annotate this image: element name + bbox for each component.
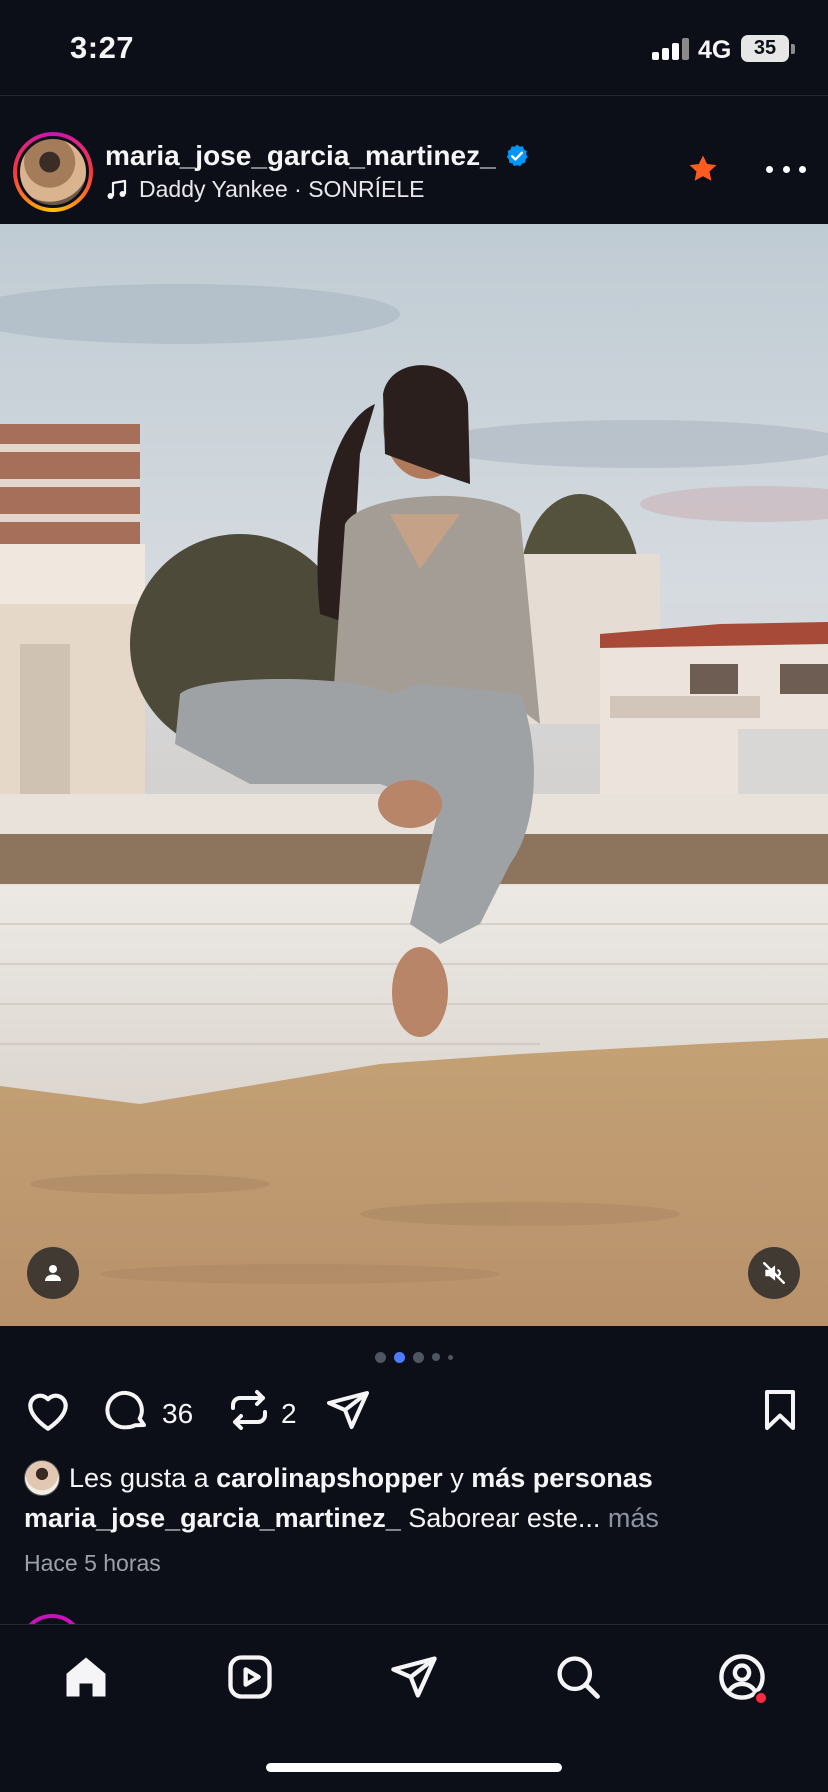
post-timestamp: Hace 5 horas	[24, 1550, 161, 1576]
reposts-count[interactable]: 2	[281, 1398, 297, 1430]
network-type: 4G	[698, 36, 732, 64]
mute-toggle-button[interactable]	[748, 1247, 800, 1299]
messages-icon[interactable]	[388, 1651, 440, 1703]
star-icon[interactable]	[686, 152, 720, 186]
battery-cap	[791, 44, 795, 54]
caption: maria_jose_garcia_martinez_ Saborear est…	[24, 1503, 659, 1534]
comments-count[interactable]: 36	[162, 1398, 193, 1430]
repost-icon[interactable]	[225, 1386, 273, 1434]
status-bar: 3:27 4G 35	[0, 0, 828, 96]
likes-prefix: Les gusta a	[69, 1462, 209, 1493]
avatar	[17, 136, 89, 208]
post-header: maria_jose_garcia_martinez_ Daddy Yankee…	[0, 110, 828, 222]
song-label: Daddy Yankee · SONRÍELE	[139, 176, 425, 202]
muted-speaker-icon	[763, 1262, 785, 1284]
comment-icon[interactable]	[103, 1386, 151, 1434]
carousel-dot	[413, 1351, 424, 1363]
beach-photo-illustration	[0, 224, 828, 1326]
caption-text: Saborear este...	[408, 1503, 601, 1533]
caption-more-link[interactable]: más	[608, 1503, 659, 1533]
carousel-dot	[432, 1353, 440, 1361]
cellular-signal-icon	[652, 38, 690, 60]
likes-connector: y	[450, 1462, 464, 1493]
likes-others[interactable]: más personas	[471, 1463, 653, 1494]
music-note-icon	[107, 179, 127, 199]
username-row: maria_jose_garcia_martinez_	[105, 140, 530, 172]
status-time: 3:27	[70, 30, 135, 65]
post-photo[interactable]	[0, 224, 828, 1326]
tagged-people-button[interactable]	[27, 1247, 79, 1299]
carousel-dot-active	[394, 1351, 405, 1363]
notification-dot	[754, 1691, 768, 1705]
home-indicator	[266, 1763, 562, 1772]
bookmark-icon[interactable]	[756, 1386, 804, 1434]
music-row[interactable]: Daddy Yankee · SONRÍELE	[105, 176, 425, 203]
caption-username[interactable]: maria_jose_garcia_martinez_	[24, 1503, 401, 1533]
likes-summary[interactable]: Les gusta a carolinapshopper y más perso…	[24, 1460, 653, 1496]
liker-username[interactable]: carolinapshopper	[216, 1463, 443, 1494]
carousel-dot	[375, 1351, 386, 1363]
story-ring-avatar[interactable]	[13, 132, 93, 212]
divider	[0, 95, 828, 96]
verified-badge-icon	[506, 144, 528, 167]
share-icon[interactable]	[324, 1386, 372, 1434]
post-username[interactable]: maria_jose_garcia_martinez_	[105, 140, 496, 172]
person-icon	[45, 1265, 61, 1281]
liker-avatar	[24, 1460, 60, 1496]
post-actions: 36 2	[0, 1382, 828, 1442]
home-icon[interactable]	[60, 1651, 112, 1703]
carousel-indicator	[0, 1350, 828, 1364]
battery-icon: 35	[741, 35, 789, 62]
carousel-dot	[448, 1354, 453, 1360]
reels-icon[interactable]	[224, 1651, 276, 1703]
heart-icon[interactable]	[23, 1386, 73, 1436]
more-icon[interactable]	[766, 154, 806, 184]
search-icon[interactable]	[552, 1651, 604, 1703]
